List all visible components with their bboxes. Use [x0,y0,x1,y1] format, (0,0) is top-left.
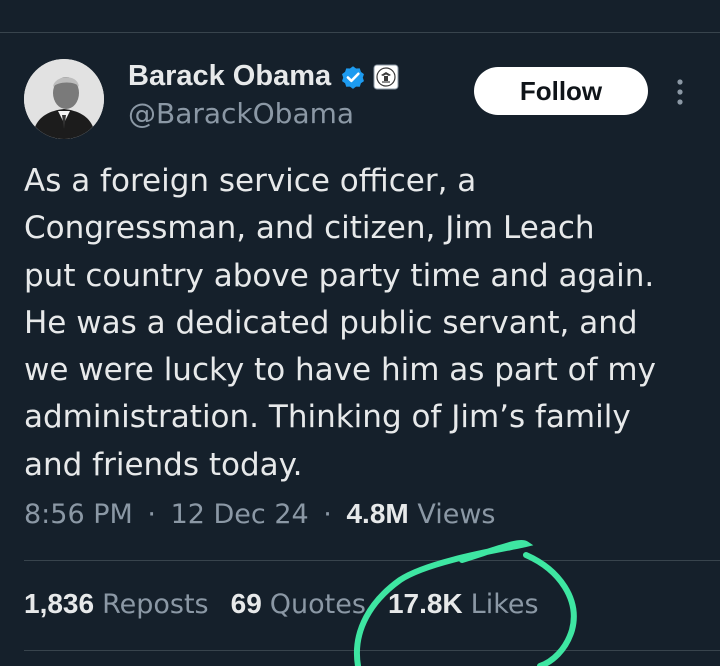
author-handle[interactable]: @BarackObama [128,97,354,130]
tweet-text: As a foreign service officer, a Congress… [24,158,704,489]
tweet-time[interactable]: 8:56 PM [24,499,133,530]
engagement-stats: 1,836 Reposts 69 Quotes 17.8K Likes [24,588,561,620]
government-seal-icon[interactable] [373,64,399,90]
views-count[interactable]: 4.8M [346,498,408,529]
tweet-date[interactable]: 12 Dec 24 [171,499,309,530]
tweet-line: He was a dedicated public servant, and [24,304,638,341]
meta-separator: · [323,499,332,530]
likes-count: 17.8K [387,588,463,619]
tweet-line: Congressman, and citizen, Jim Leach [24,210,595,247]
reposts-label: Reposts [102,589,209,620]
tweet-line: As a foreign service officer, a [24,163,477,199]
tweet-line: administration. Thinking of Jim’s family [24,399,631,436]
tweet-line: we were lucky to have him as part of my [24,352,656,389]
author-name-row: Barack Obama [128,60,399,93]
tweet-line: and friends today. [24,446,303,483]
views-label[interactable]: Views [417,499,495,530]
quotes-stat[interactable]: 69 Quotes [231,588,366,620]
tweet-meta: 8:56 PM · 12 Dec 24 · 4.8M Views [24,498,495,530]
likes-label: Likes [470,589,539,620]
likes-stat[interactable]: 17.8K Likes [388,588,539,620]
avatar[interactable] [24,59,104,139]
engagement-divider-bottom [24,650,720,651]
quotes-label: Quotes [269,589,366,620]
author-display-name[interactable]: Barack Obama [128,60,331,93]
more-options-icon[interactable] [670,76,690,108]
tweet-line: put country above party time and again. [24,257,655,294]
quotes-count: 69 [230,588,262,619]
follow-button[interactable]: Follow [474,67,648,115]
meta-separator: · [147,499,156,530]
reposts-count: 1,836 [24,588,95,619]
reposts-stat[interactable]: 1,836 Reposts [24,588,209,620]
avatar-photo [24,59,104,139]
verified-badge-icon[interactable] [339,63,367,91]
engagement-divider-top [24,560,720,561]
top-divider [0,32,720,33]
